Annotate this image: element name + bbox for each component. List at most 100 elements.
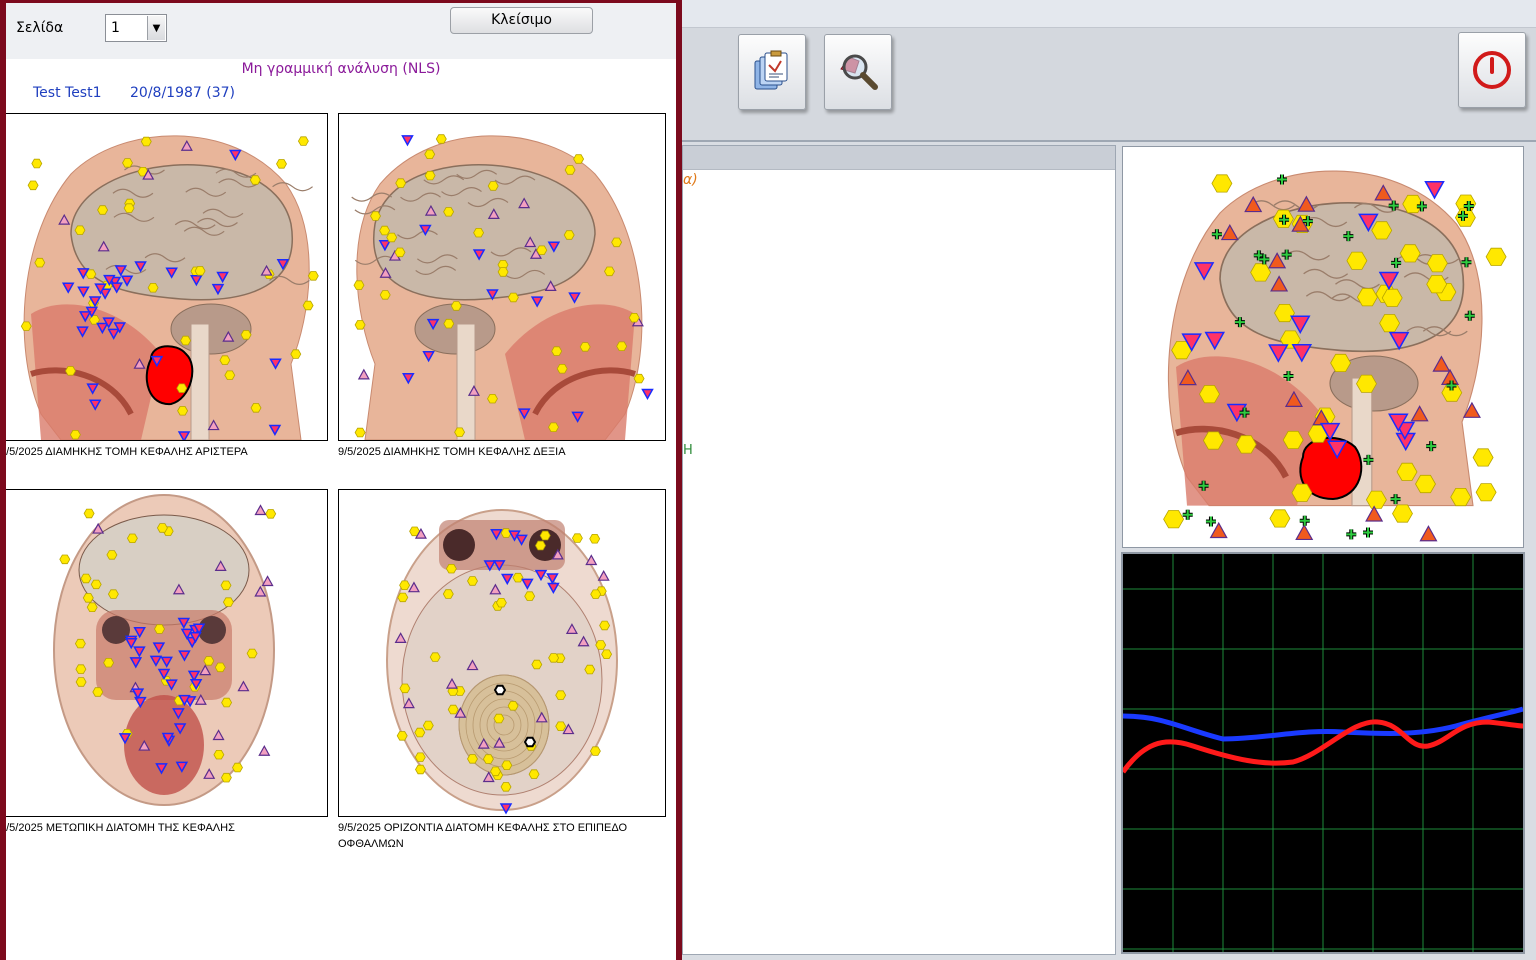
marker-hexagon <box>399 683 411 694</box>
scan-tile-sagittal-left[interactable] <box>6 113 328 441</box>
marker-hexagon <box>501 760 513 771</box>
marker-plus <box>1346 529 1357 540</box>
marker-triangle-up <box>258 744 271 756</box>
marker-hexagon <box>75 664 87 674</box>
marker-hexagon <box>590 589 602 599</box>
marker-hexagon <box>107 589 119 599</box>
marker-hexagon <box>548 653 560 663</box>
head-view-large[interactable] <box>1122 146 1524 548</box>
coronal-eye-right <box>198 616 226 644</box>
chevron-down-icon[interactable]: ▼ <box>147 16 165 40</box>
marker-hexagon <box>156 523 168 533</box>
marker-triangle-down <box>641 388 654 401</box>
marker-hexagon <box>224 370 236 380</box>
scan-tile-coronal[interactable] <box>6 489 328 817</box>
marker-hexagon <box>450 301 462 311</box>
marker-triangle-up <box>1419 525 1438 542</box>
marker-hexagon <box>435 134 447 144</box>
marker-hexagon <box>415 764 426 775</box>
marker-hexagon <box>467 754 478 764</box>
marker-hexagon <box>442 589 454 599</box>
marker-hexagon <box>507 701 519 711</box>
marker-triangle-up <box>261 575 274 587</box>
list-text-fragment: α) <box>683 172 698 188</box>
marker-hexagon <box>429 652 441 662</box>
marker-hexagon <box>1163 510 1185 529</box>
marker-hexagon-white <box>493 684 507 696</box>
marker-hexagon <box>106 550 118 560</box>
marker-hexagon <box>103 657 115 668</box>
marker-hexagon <box>240 330 252 340</box>
marker-hexagon <box>69 429 81 440</box>
marker-hexagon <box>493 713 505 724</box>
marker-hexagon <box>497 267 509 277</box>
magnifier-icon <box>840 54 878 90</box>
marker-hexagon <box>203 656 215 666</box>
marker-hexagon <box>80 573 92 584</box>
caption-sagittal-left: 9/5/2025 ΔΙΑΜΗΚΗΣ ΤΟΜΗ ΚΕΦΑΛΗΣ ΑΡΙΣΤΕΡΑ <box>0 446 248 458</box>
marker-hexagon <box>528 769 540 779</box>
marker-hexagon <box>443 318 455 329</box>
search-button[interactable] <box>824 34 892 110</box>
marker-hexagon <box>214 662 226 673</box>
marker-hexagon <box>370 211 381 221</box>
marker-hexagon <box>399 580 411 590</box>
marker-hexagon <box>1475 483 1497 502</box>
marker-plus <box>1363 527 1374 538</box>
marker-hexagon <box>535 540 546 551</box>
marker-triangle-up <box>254 504 267 516</box>
marker-plus <box>1182 509 1193 520</box>
marker-hexagon <box>220 580 232 591</box>
marker-hexagon <box>500 782 512 792</box>
power-icon <box>1473 51 1511 89</box>
spinal-cord <box>190 323 210 440</box>
marker-hexagon <box>147 282 159 293</box>
clipboard-icon <box>754 50 788 90</box>
marker-hexagon <box>414 727 426 738</box>
scan-tile-sagittal-right[interactable] <box>338 113 666 441</box>
sagittal-head-image <box>1163 170 1507 542</box>
marker-hexagon <box>573 154 585 164</box>
list-header-strip <box>683 146 1115 170</box>
marker-hexagon <box>422 720 434 731</box>
marker-hexagon <box>595 640 607 650</box>
marker-hexagon <box>601 649 613 660</box>
marker-hexagon <box>473 228 485 238</box>
marker-triangle-down <box>401 135 414 147</box>
marker-hexagon <box>563 230 575 240</box>
signal-graph <box>1120 552 1525 954</box>
marker-hexagon <box>83 508 95 519</box>
marker-hexagon <box>454 427 466 437</box>
marker-hexagon <box>379 225 391 236</box>
marker-hexagon <box>555 721 567 732</box>
marker-hexagon <box>82 593 94 603</box>
marker-hexagon <box>97 205 109 215</box>
marker-hexagon <box>220 772 232 783</box>
power-button[interactable] <box>1458 32 1526 108</box>
scan-tile-axial[interactable] <box>338 489 666 817</box>
marker-hexagon <box>265 509 277 519</box>
close-button[interactable]: Κλείσιμο <box>450 7 593 34</box>
marker-hexagon <box>250 403 262 413</box>
marker-hexagon <box>222 597 234 607</box>
page-select[interactable]: 1 ▼ <box>105 14 167 42</box>
clipboard-button[interactable] <box>738 34 806 110</box>
marker-hexagon <box>395 178 407 188</box>
report-title: Μη γραμμική ανάλυση (NLS) <box>241 61 441 77</box>
patient-dob: 20/8/1987 (37) <box>130 85 235 101</box>
marker-hexagon <box>555 690 567 700</box>
marker-hexagon-white <box>523 736 537 748</box>
marker-hexagon <box>1485 247 1507 266</box>
marker-hexagon <box>246 648 258 659</box>
axial-section-image <box>386 509 618 815</box>
marker-hexagon <box>386 232 398 243</box>
marker-hexagon <box>90 579 102 590</box>
marker-hexagon <box>564 165 576 175</box>
caption-coronal: 9/5/2025 ΜΕΤΩΠΙΚΗ ΔΙΑΤΟΜΗ ΤΗΣ ΚΕΦΑΛΗΣ <box>0 822 235 834</box>
marker-hexagon <box>539 530 551 541</box>
marker-hexagon <box>140 136 152 147</box>
marker-hexagon <box>126 533 138 543</box>
marker-hexagon <box>507 292 519 303</box>
marker-hexagon <box>414 752 426 762</box>
marker-hexagon <box>556 363 568 374</box>
